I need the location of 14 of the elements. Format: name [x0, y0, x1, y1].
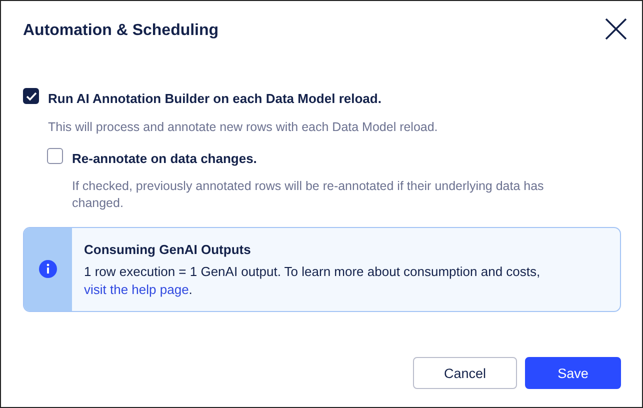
help-link[interactable]: visit the help page: [84, 282, 189, 298]
option-description: If checked, previously annotated rows will be re-annotated if their underlying data has changed.: [72, 178, 545, 211]
info-text: 1 row execution = 1 GenAI output. To learn more about consumption and costs, visit the help page.: [84, 263, 542, 300]
cancel-button[interactable]: Cancel: [413, 357, 517, 389]
info-title: Consuming GenAI Outputs: [84, 240, 252, 259]
checkbox[interactable]: [47, 148, 63, 164]
close-button[interactable]: [603, 16, 629, 42]
checkbox-label[interactable]: Re-annotate on data changes.: [72, 148, 257, 168]
checkbox-label[interactable]: Run AI Annotation Builder on each Data Model reload.: [48, 89, 382, 108]
save-button[interactable]: Save: [525, 357, 621, 389]
info-icon: [39, 260, 57, 278]
checkbox[interactable]: [23, 88, 39, 104]
dialog-title: Automation & Scheduling: [23, 21, 219, 40]
option-description: This will process and annotate new rows with each Data Model reload.: [48, 118, 439, 135]
